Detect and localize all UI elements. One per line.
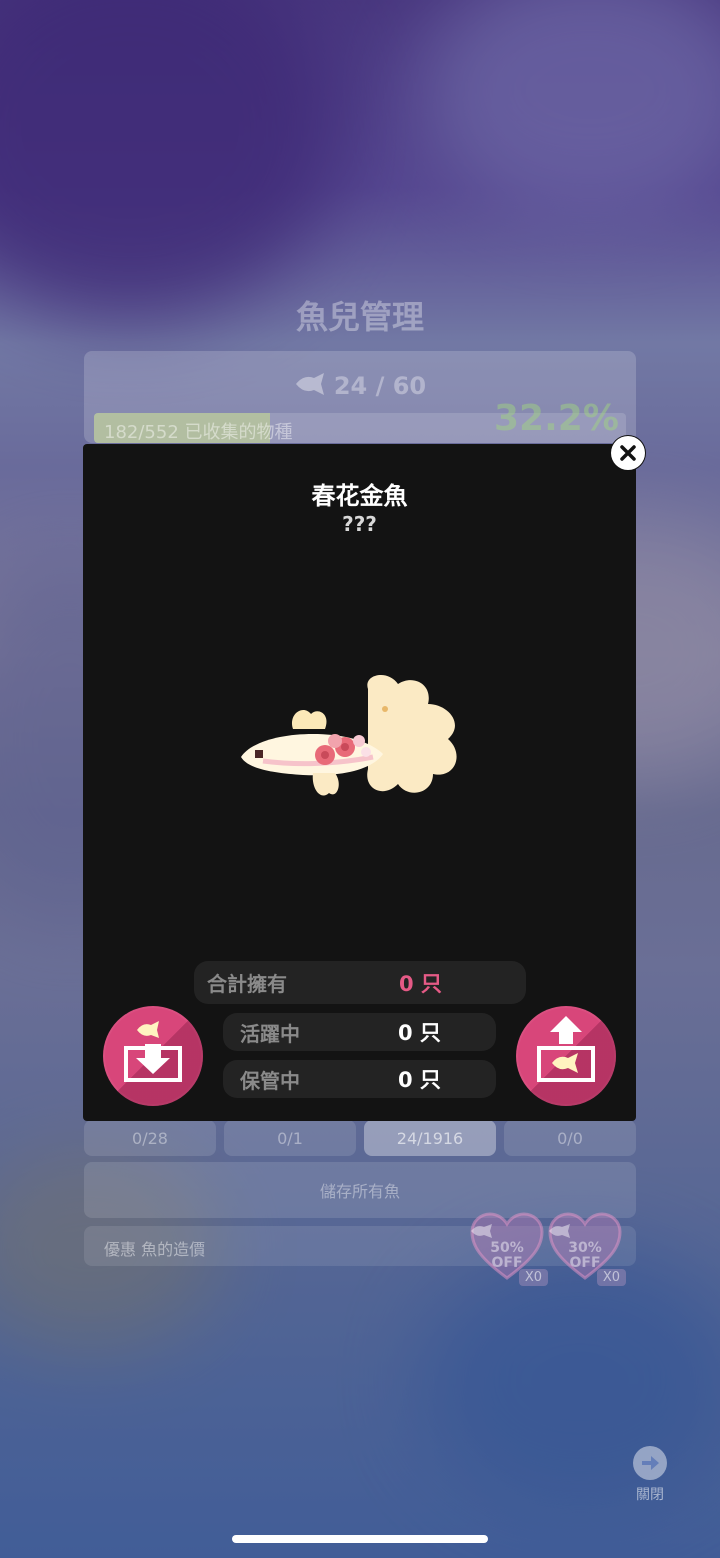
coupon-count: X0 (518, 1269, 548, 1286)
stored-value: 0 只 (398, 1068, 441, 1092)
coupon-percent: 30% (568, 1240, 602, 1256)
close-icon[interactable] (611, 436, 645, 470)
tab-category-4[interactable]: 0/0 (504, 1120, 636, 1156)
retrieve-fish-button[interactable] (516, 1006, 616, 1106)
fish-illustration (233, 669, 473, 833)
fish-icon (294, 373, 328, 401)
coupon-30-badge[interactable]: 30% OFF X0 (548, 1212, 626, 1286)
total-owned-row: 合計擁有 0 只 (194, 961, 526, 1004)
active-label: 活躍中 (240, 1021, 300, 1046)
fish-detail-modal: 春花金魚 ??? 合計擁有 0 只 活躍中 0 只 保管中 0 只 (83, 444, 636, 1121)
tab-category-2[interactable]: 0/1 (224, 1120, 356, 1156)
store-fish-icon (124, 1021, 182, 1082)
tab-category-1[interactable]: 0/28 (84, 1120, 216, 1156)
collection-text: 182/552 已收集的物種 (104, 422, 293, 443)
coupon-percent: 50% (490, 1240, 524, 1256)
category-tabs: 0/28 0/1 24/1916 0/0 (84, 1120, 636, 1156)
save-all-fish-button[interactable]: 儲存所有魚 (84, 1162, 636, 1218)
active-value: 0 只 (398, 1021, 441, 1045)
stored-row: 保管中 0 只 (223, 1060, 496, 1098)
arrow-right-icon (633, 1446, 667, 1480)
store-fish-button[interactable] (103, 1006, 203, 1106)
coupon-50-badge[interactable]: 50% OFF X0 (470, 1212, 548, 1286)
page-title: 魚兒管理 (295, 298, 424, 336)
home-indicator[interactable] (232, 1535, 488, 1543)
close-page-button[interactable]: 關閉 (630, 1446, 670, 1504)
stored-label: 保管中 (240, 1068, 300, 1093)
collection-percent: 32.2% (494, 398, 619, 439)
tab-category-3[interactable]: 24/1916 (364, 1120, 496, 1156)
fish-capacity: 24 / 60 (0, 372, 720, 401)
discount-label: 優惠 魚的造價 (104, 1240, 206, 1259)
coupon-count: X0 (596, 1269, 626, 1286)
fish-subtitle: ??? (342, 512, 377, 536)
active-row: 活躍中 0 只 (223, 1013, 496, 1051)
total-owned-value: 0 只 (399, 971, 442, 996)
total-owned-label: 合計擁有 (207, 972, 287, 996)
retrieve-fish-icon (537, 1016, 595, 1082)
close-page-label: 關閉 (636, 1487, 664, 1503)
fish-name: 春花金魚 (311, 482, 408, 510)
